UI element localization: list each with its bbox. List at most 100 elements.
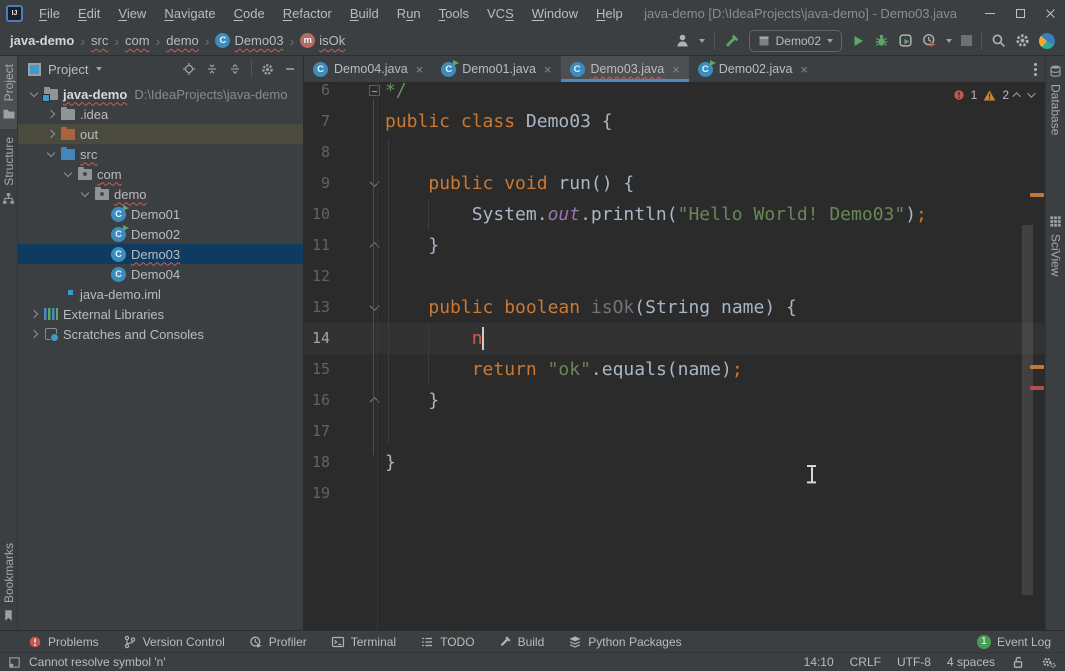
tab-options-kebab-icon[interactable] <box>1034 62 1037 76</box>
line-number[interactable]: 8 <box>304 137 330 168</box>
event-log-button[interactable]: 1 Event Log <box>976 634 1051 649</box>
line-ending-select[interactable]: CRLF <box>850 655 881 669</box>
line-number[interactable]: 13 <box>304 292 330 323</box>
chevron-right-icon[interactable] <box>46 109 56 119</box>
minimize-button[interactable] <box>975 0 1005 26</box>
close-button[interactable] <box>1035 0 1065 26</box>
profile-dropdown-icon[interactable] <box>946 38 952 43</box>
tree-item-demo02[interactable]: C Demo02 <box>18 224 303 244</box>
menu-file[interactable]: File <box>30 0 69 26</box>
tree-item-com[interactable]: com <box>18 164 303 184</box>
fold-marker-icon[interactable] <box>366 230 382 261</box>
tree-item-scratches-and-consoles[interactable]: Scratches and Consoles <box>18 324 303 344</box>
breadcrumb-item-isok[interactable]: m isOk <box>300 33 345 48</box>
prev-problem-icon[interactable] <box>1012 92 1021 101</box>
menu-vcs[interactable]: VCS <box>478 0 523 26</box>
menu-run[interactable]: Run <box>388 0 430 26</box>
fold-marker-icon[interactable] <box>366 292 382 323</box>
encoding-select[interactable]: UTF-8 <box>897 655 931 669</box>
menu-tools[interactable]: Tools <box>430 0 478 26</box>
tab-demo01-java[interactable]: C Demo01.java × <box>432 56 560 82</box>
tool-stripe-bookmarks[interactable]: Bookmarks <box>0 535 17 630</box>
chevron-right-icon[interactable] <box>29 329 39 339</box>
toolwindow-button-terminal[interactable]: Terminal <box>331 635 396 649</box>
tree-item-demo01[interactable]: C Demo01 <box>18 204 303 224</box>
tab-close-icon[interactable]: × <box>544 62 552 77</box>
line-number[interactable]: 12 <box>304 261 330 292</box>
line-number[interactable]: 9 <box>304 168 330 199</box>
menu-code[interactable]: Code <box>225 0 274 26</box>
line-number[interactable]: 7 <box>304 106 330 137</box>
tool-stripe-database[interactable]: Database <box>1046 56 1065 143</box>
code-line-18[interactable]: 18} <box>304 447 1045 478</box>
tree-item-src[interactable]: src <box>18 144 303 164</box>
tree-item-java-demo-iml[interactable]: java-demo.iml <box>18 284 303 304</box>
code-line-14[interactable]: 14 n <box>304 323 1045 354</box>
menu-navigate[interactable]: Navigate <box>155 0 224 26</box>
line-number[interactable]: 10 <box>304 199 330 230</box>
chevron-right-icon[interactable] <box>46 129 56 139</box>
settings-gear-icon[interactable] <box>1015 33 1030 48</box>
warning-stripe-mark[interactable] <box>1030 365 1044 369</box>
caret-position[interactable]: 14:10 <box>804 655 834 669</box>
warning-count[interactable]: 2 <box>1002 88 1009 102</box>
tab-close-icon[interactable]: × <box>672 62 680 77</box>
tab-close-icon[interactable]: × <box>800 62 808 77</box>
tree-item-external-libraries[interactable]: External Libraries <box>18 304 303 324</box>
project-panel-title[interactable]: Project <box>48 62 88 77</box>
line-number[interactable]: 17 <box>304 416 330 447</box>
breadcrumb-item-java-demo[interactable]: java-demo <box>10 33 74 48</box>
project-view-dropdown-icon[interactable] <box>96 67 103 71</box>
breadcrumb-item-src[interactable]: src <box>91 33 108 48</box>
line-number[interactable]: 16 <box>304 385 330 416</box>
tool-stripe-project[interactable]: Project <box>0 56 17 130</box>
menu-refactor[interactable]: Refactor <box>274 0 341 26</box>
code-line-11[interactable]: 11 } <box>304 230 1045 261</box>
locate-file-icon[interactable] <box>182 62 196 76</box>
inspections-hector-icon[interactable] <box>1041 655 1057 669</box>
line-number[interactable]: 6 <box>304 82 330 106</box>
error-count[interactable]: 1 <box>971 88 978 102</box>
run-configuration-select[interactable]: Demo02 <box>748 29 842 52</box>
breadcrumb-item-demo03[interactable]: C Demo03 <box>215 33 284 48</box>
user-icon[interactable] <box>675 33 690 48</box>
chevron-down-icon[interactable] <box>63 168 73 177</box>
menu-window[interactable]: Window <box>523 0 587 26</box>
warning-stripe-mark[interactable] <box>1030 193 1044 197</box>
tree-item-java-demo[interactable]: java-demo D:\IdeaProjects\java-demo <box>18 84 303 104</box>
code-line-13[interactable]: 13 public boolean isOk(String name) { <box>304 292 1045 323</box>
line-number[interactable]: 19 <box>304 478 330 509</box>
breadcrumb-item-com[interactable]: com <box>125 33 150 48</box>
code-line-8[interactable]: 8 <box>304 137 1045 168</box>
menu-help[interactable]: Help <box>587 0 632 26</box>
toolwindow-button-todo[interactable]: TODO <box>420 635 475 649</box>
code-line-12[interactable]: 12 <box>304 261 1045 292</box>
breadcrumb-item-demo[interactable]: demo <box>166 33 199 48</box>
maximize-button[interactable] <box>1005 0 1035 26</box>
panel-settings-gear-icon[interactable] <box>261 63 274 76</box>
chevron-down-icon[interactable] <box>29 88 39 97</box>
fold-marker-icon[interactable] <box>366 82 382 106</box>
code-line-10[interactable]: 10 System.out.println("Hello World! Demo… <box>304 199 1045 230</box>
search-everywhere-icon[interactable] <box>991 33 1006 48</box>
code-line-9[interactable]: 9 public void run() { <box>304 168 1045 199</box>
tab-demo02-java[interactable]: C Demo02.java × <box>689 56 817 82</box>
collapse-all-icon[interactable] <box>228 62 242 76</box>
code-editor[interactable]: 6 */ 7 public class Demo03 {8 9 public void … <box>304 82 1045 630</box>
code-line-17[interactable]: 17 <box>304 416 1045 447</box>
code-line-16[interactable]: 16 } <box>304 385 1045 416</box>
menu-edit[interactable]: Edit <box>69 0 109 26</box>
build-hammer-icon[interactable] <box>724 33 740 49</box>
toolwindow-button-build[interactable]: Build <box>499 635 544 649</box>
tool-stripe-sciview[interactable]: SciView <box>1046 207 1065 284</box>
run-button[interactable] <box>851 34 865 48</box>
expand-collapse-icon[interactable] <box>205 62 219 76</box>
toolwindow-button-problems[interactable]: Problems <box>28 635 99 649</box>
toolwindow-switcher-icon[interactable] <box>8 656 21 669</box>
tree-item-demo03[interactable]: C Demo03 <box>18 244 303 264</box>
tree-item-idea[interactable]: .idea <box>18 104 303 124</box>
hide-panel-icon[interactable] <box>283 62 297 76</box>
code-line-6[interactable]: 6 */ <box>304 82 1045 106</box>
code-line-15[interactable]: 15 return "ok".equals(name); <box>304 354 1045 385</box>
editor-scrollbar[interactable] <box>1022 225 1033 595</box>
